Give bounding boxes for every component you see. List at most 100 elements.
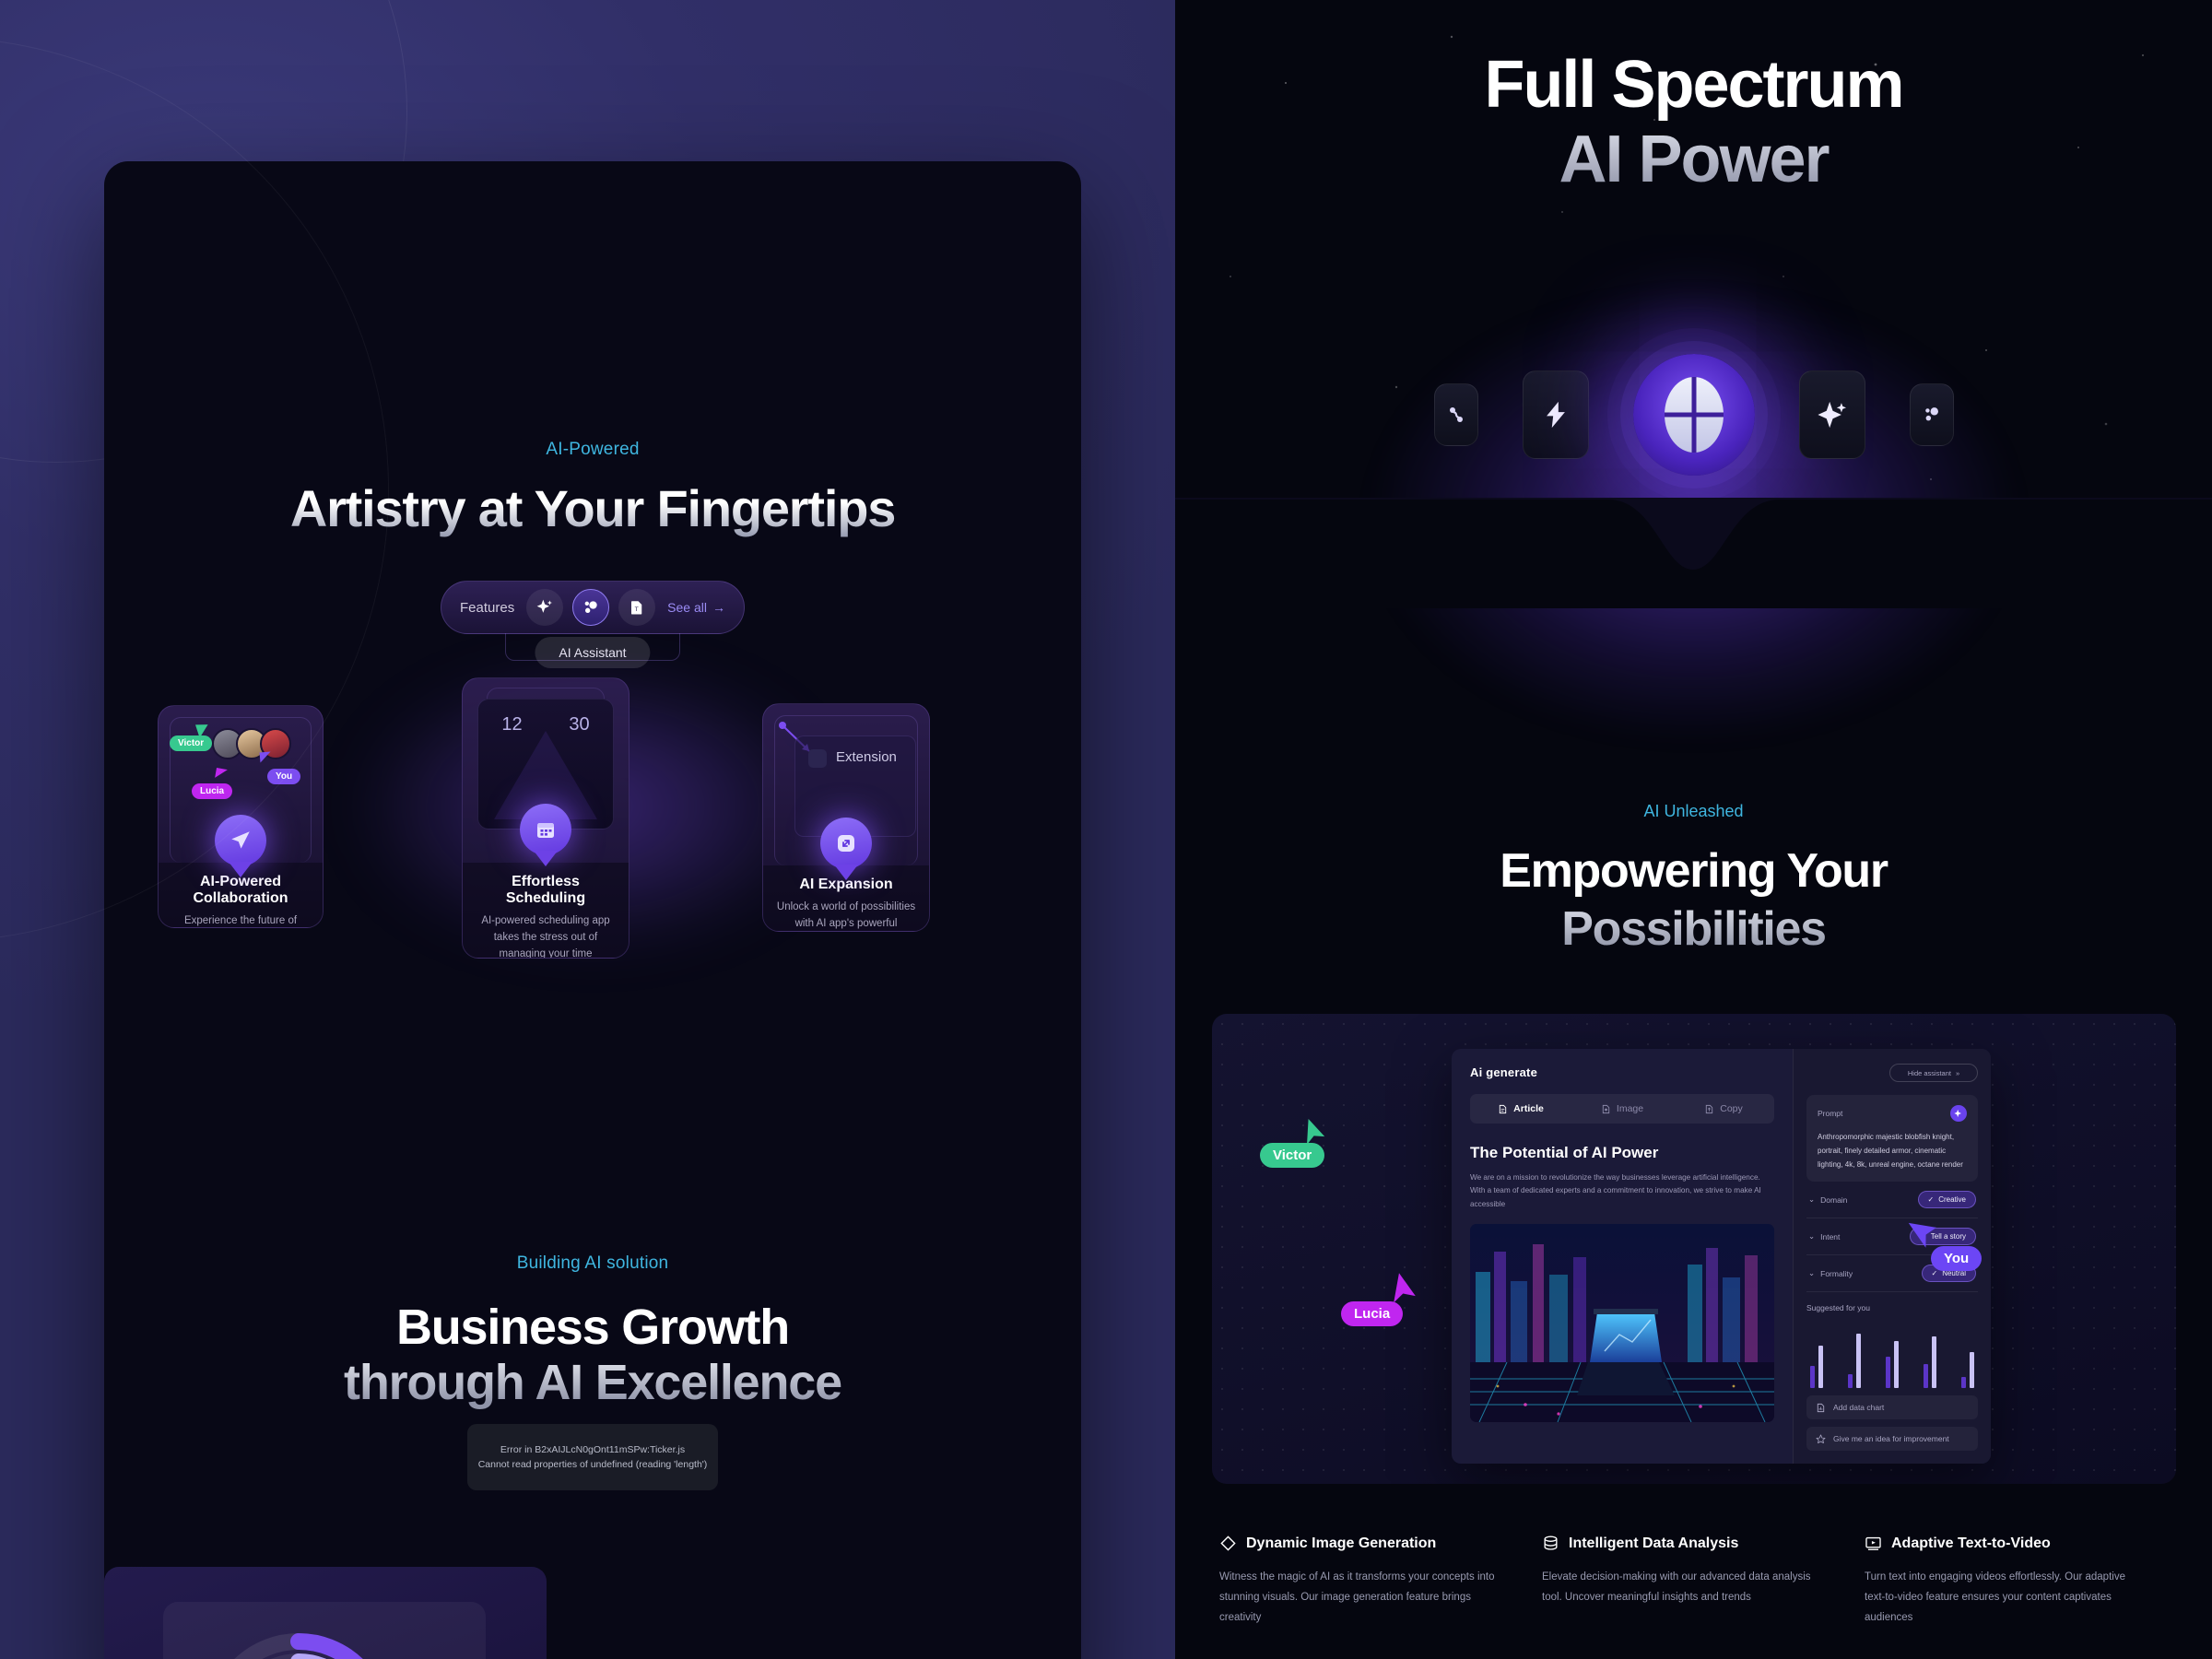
right-panel: Full Spectrum AI Power AI Unleashed Empo…: [1175, 0, 2212, 1659]
sparkle-icon[interactable]: [1798, 371, 1865, 459]
send-icon: [215, 815, 266, 866]
cursor-pointer-icon: [215, 768, 228, 780]
dots-icon[interactable]: [1909, 383, 1954, 446]
card-scheduling[interactable]: 12 30 Effortless Scheduling AI-powered s…: [462, 677, 629, 959]
left-hero-block: AI-Powered Artistry at Your Fingertips: [104, 440, 1081, 538]
option-domain-label-wrap: ⌄ Domain: [1808, 1194, 1847, 1205]
prompt-text: Anthropomorphic majestic blobfish knight…: [1818, 1133, 1963, 1169]
article-description: We are on a mission to revolutionize the…: [1470, 1173, 1761, 1208]
app-mockup-stage: Ai generate Article Image Copy The Poten…: [1212, 1014, 2176, 1484]
brain-core-icon[interactable]: [1632, 354, 1755, 476]
option-domain-value[interactable]: ✓ Creative: [1917, 1191, 1976, 1209]
feature-3-desc: Turn text into engaging videos effortles…: [1865, 1571, 2125, 1623]
video-icon: [1865, 1536, 1881, 1550]
screenshot-root: AI-Powered Artistry at Your Fingertips F…: [0, 0, 2212, 1659]
error-toast: Error in B2xAIJLcN0gOnt11mSPw:Ticker.js …: [467, 1424, 718, 1490]
bar: [1894, 1340, 1899, 1389]
bar-pair: [1848, 1334, 1861, 1389]
section2-line-2: Possibilities: [1175, 899, 2212, 961]
image-icon: [1602, 1104, 1610, 1113]
improvement-idea-button[interactable]: Give me an idea for improvement: [1806, 1427, 1978, 1452]
extension-label: Extension: [836, 749, 897, 765]
option-domain[interactable]: ⌄ Domain ✓ Creative: [1806, 1182, 1978, 1219]
connection-icon[interactable]: [1433, 383, 1478, 446]
dots-icon[interactable]: [572, 589, 610, 626]
suggestion-bar-chart: [1806, 1322, 1978, 1389]
tab-image[interactable]: Image: [1571, 1103, 1673, 1114]
sparkle-icon[interactable]: [1950, 1105, 1967, 1122]
article-icon: [1499, 1104, 1507, 1113]
chevron-down-icon: ⌄: [1808, 1231, 1816, 1241]
bar: [1924, 1363, 1928, 1389]
app-tabs: Article Image Copy: [1470, 1094, 1774, 1124]
option-formality-label-wrap: ⌄ Formality: [1808, 1268, 1853, 1278]
ai-generate-app: Ai generate Article Image Copy The Poten…: [1452, 1049, 1991, 1464]
core-inner: [1664, 377, 1724, 453]
bar: [1961, 1377, 1966, 1389]
card-desc: Experience the future of teamwork with o…: [183, 915, 298, 926]
assistant-header: Hide assistant »: [1806, 1064, 1978, 1082]
prompt-label: Prompt: [1818, 1109, 1843, 1118]
avatar: [260, 728, 291, 759]
cursor-label-lucia: Lucia: [192, 783, 233, 799]
bottom-feature-row: Dynamic Image Generation Witness the mag…: [1219, 1535, 2169, 1629]
see-all-label: See all: [667, 600, 707, 615]
error-line-2: Cannot read properties of undefined (rea…: [477, 1459, 708, 1470]
bar: [1818, 1346, 1823, 1389]
cursor-label-you: You: [267, 769, 301, 784]
growth-line1: Business Growth: [395, 1300, 790, 1355]
section2-line-1: Empowering Your: [1500, 844, 1888, 898]
bar-pair: [1961, 1351, 1974, 1389]
cursor-you-label: You: [1931, 1246, 1983, 1271]
hide-assistant-button[interactable]: Hide assistant »: [1889, 1064, 1978, 1082]
arrow-right-icon: →: [712, 600, 725, 615]
feature-data-analysis: Intelligent Data Analysis Elevate decisi…: [1542, 1535, 1818, 1629]
feature-2-desc: Elevate decision-making with our advance…: [1542, 1571, 1811, 1603]
card-collaboration[interactable]: Victor Lucia You AI-Powered Collaboratio…: [158, 705, 324, 928]
see-all-button[interactable]: See all →: [667, 600, 725, 615]
feature-text-to-video: Adaptive Text-to-Video Turn text into en…: [1865, 1535, 2141, 1629]
sparkle-icon[interactable]: [526, 589, 564, 626]
avatar: [212, 728, 243, 759]
cursor-victor: Victor: [1260, 1119, 1325, 1168]
prompt-box[interactable]: Prompt Anthropomorphic majestic blobfish…: [1806, 1095, 1978, 1182]
error-line-1: Error in B2xAIJLcN0gOnt11mSPw:Ticker.js: [500, 1444, 686, 1455]
ai-assistant-pill[interactable]: AI Assistant: [535, 637, 651, 668]
article-title: The Potential of AI Power: [1470, 1144, 1659, 1161]
features-bar[interactable]: Features T See all →: [441, 581, 745, 634]
left-headline: Artistry at Your Fingertips: [104, 479, 1081, 538]
growth-line2: through AI Excellence: [104, 1355, 1081, 1410]
card-expansion[interactable]: Extension AI Expansion Unlock a world of…: [762, 703, 930, 932]
svg-text:T: T: [635, 606, 639, 613]
diamond-icon: [1220, 1535, 1236, 1551]
suggested-label: Suggested for you: [1806, 1303, 1870, 1313]
cursor-lucia: Lucia: [1341, 1273, 1416, 1326]
feature-2-header: Intelligent Data Analysis: [1542, 1535, 1818, 1552]
database-icon: [1544, 1535, 1558, 1550]
left-eyebrow: AI-Powered: [546, 440, 640, 459]
feature-1-header: Dynamic Image Generation: [1219, 1535, 1496, 1552]
extension-swatch: [808, 749, 827, 768]
hide-assistant-label: Hide assistant: [1907, 1068, 1951, 1077]
copy-icon: [1706, 1104, 1713, 1113]
add-data-chart-button[interactable]: Add data chart: [1806, 1395, 1978, 1420]
left-mobile-frame: AI-Powered Artistry at Your Fingertips F…: [104, 161, 1081, 1659]
cursor-you: You: [1908, 1222, 1983, 1271]
section2-eyebrow: AI Unleashed: [1643, 802, 1744, 820]
feature-chips: T: [526, 589, 656, 626]
lightning-icon[interactable]: [1522, 371, 1589, 459]
tab-article[interactable]: Article: [1470, 1103, 1571, 1114]
bar: [1970, 1351, 1974, 1389]
section-empowering: AI Unleashed Empowering Your Possibiliti…: [1175, 802, 2212, 961]
cursor-pointer-icon: [259, 751, 272, 763]
tab-copy[interactable]: Copy: [1673, 1103, 1774, 1114]
add-data-chart-label: Add data chart: [1833, 1403, 1885, 1413]
feature-3-header: Adaptive Text-to-Video: [1865, 1535, 2141, 1552]
chevron-double-right-icon: »: [1955, 1068, 1960, 1077]
card-sched-visual: 12 30: [463, 678, 629, 863]
tab-copy-label: Copy: [1720, 1103, 1743, 1114]
expand-icon: [820, 818, 872, 869]
card-sched-text: Effortless Scheduling AI-powered schedul…: [463, 863, 629, 958]
avatar: [236, 728, 267, 759]
text-file-icon[interactable]: T: [618, 589, 656, 626]
